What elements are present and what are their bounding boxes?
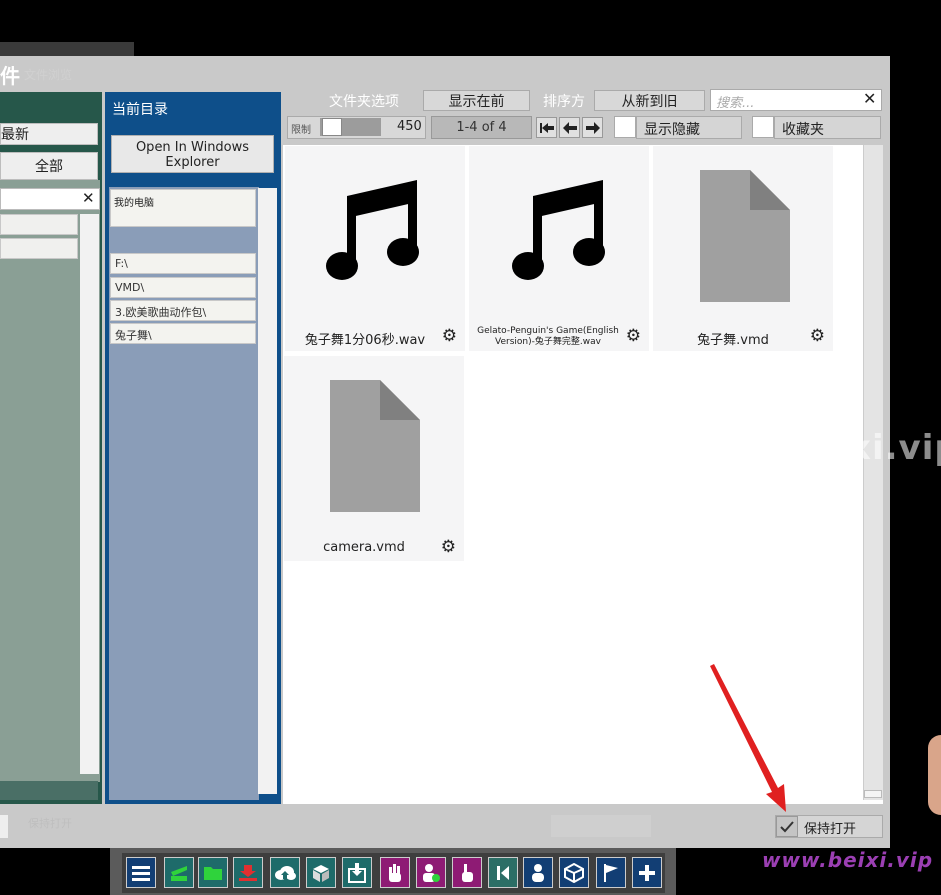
cube-icon[interactable] [306,857,336,888]
cloud-icon[interactable] [270,857,300,888]
directory-item[interactable]: 3.欧美歌曲动作包\ [110,300,256,321]
file-name: Gelato-Penguin's Game(English Version)-兔… [477,326,619,347]
file-tile[interactable]: 兔子舞.vmd ⚙ [653,146,833,351]
plus-icon[interactable] [632,857,662,888]
file-tile[interactable]: 兔子舞1分06秒.wav ⚙ [285,146,465,351]
my-computer-label: 我的电脑 [114,198,154,209]
left-footer-box[interactable] [0,815,8,838]
next-page-button[interactable] [582,117,603,138]
directory-item[interactable]: F:\ [110,253,256,274]
unity-icon[interactable] [559,857,589,888]
all-button-label: 全部 [35,159,63,175]
corner-figure [928,735,941,815]
gear-icon[interactable]: ⚙ [626,326,641,346]
directory-item[interactable]: 兔子舞\ [110,323,256,344]
favorites-label: 收藏夹 [782,122,824,138]
directory-item[interactable]: VMD\ [110,277,256,298]
file-grid-scrollbar-handle[interactable] [864,790,882,798]
favorites-button[interactable]: 收藏夹 [774,116,881,139]
music-note-icon [326,180,419,280]
latest-button-label: 最新 [1,127,29,143]
left-panel-footer [0,781,98,800]
file-tile[interactable]: camera.vmd ⚙ [284,356,464,561]
limit-value: 450 [397,119,422,134]
show-hidden-button[interactable]: 显示隐藏 [636,116,742,139]
file-grid-scrollbar[interactable] [863,145,883,800]
latest-button[interactable]: 最新 [0,123,98,145]
left-list-item[interactable] [0,214,78,235]
skip-back-icon[interactable] [488,857,518,888]
search-clear-icon[interactable]: ✕ [863,89,876,108]
flag-icon[interactable] [596,857,626,888]
file-name: 兔子舞1分06秒.wav [304,333,426,348]
dialog-title: 件 [0,64,20,88]
open-in-explorer-label: Open In Windows Explorer [135,140,250,170]
folder-icon[interactable] [198,857,228,888]
favorites-checkbox[interactable] [752,116,774,138]
add-user-icon[interactable] [416,857,446,888]
red-arrow-annotation [710,664,786,812]
file-name: 兔子舞.vmd [697,333,769,348]
import-icon[interactable] [233,857,263,888]
keep-open-label: 保持打开 [804,822,857,837]
open-scene-icon[interactable] [164,857,194,888]
first-page-button[interactable] [536,117,557,138]
download-icon[interactable] [342,857,372,888]
limit-label: 限制 [291,125,311,136]
show-hidden-checkbox[interactable] [614,116,636,138]
watermark: www.beixi.vip [678,428,941,468]
open-in-explorer-button[interactable]: Open In Windows Explorer [111,135,274,173]
gear-icon[interactable]: ⚙ [441,537,456,557]
left-search-clear-icon[interactable]: ✕ [82,189,95,207]
check-icon [780,820,794,832]
dialog-subtitle: 文件浏览 [24,68,73,82]
skip-to-start-icon [539,122,554,133]
menu-icon[interactable] [126,857,156,888]
all-button[interactable]: 全部 [0,152,98,180]
arrow-right-icon [585,121,600,134]
sort-label: 排序方 [543,94,585,110]
sort-order-label: 从新到旧 [621,93,678,110]
footer-faded-button[interactable] [551,815,651,837]
watermark-bottom: www.beixi.vip [762,848,934,872]
directory-scrollbar[interactable] [258,188,277,794]
page-range: 1-4 of 4 [431,116,532,139]
person-icon[interactable] [523,857,553,888]
search-placeholder: 搜索... [716,96,755,111]
gear-icon[interactable]: ⚙ [810,326,825,346]
pointer-icon[interactable] [452,857,482,888]
folder-options-label: 文件夹选项 [329,94,399,110]
document-icon [330,380,420,512]
previous-page-button[interactable] [559,117,580,138]
show-front-label: 显示在前 [448,93,505,110]
file-name: camera.vmd [323,540,405,555]
file-tile[interactable]: Gelato-Penguin's Game(English Version)-兔… [469,146,649,351]
my-computer-item[interactable]: 我的电脑 [110,189,256,227]
left-list-item[interactable] [0,238,78,259]
arrow-left-icon [562,121,577,134]
gear-icon[interactable]: ⚙ [442,326,457,346]
limit-slider-handle[interactable] [322,118,342,136]
left-scrollbar[interactable] [80,214,99,774]
document-icon [700,170,790,302]
show-hidden-label: 显示隐藏 [644,122,700,138]
show-front-button[interactable]: 显示在前 [423,90,530,111]
directory-title: 当前目录 [112,102,168,118]
sort-order-button[interactable]: 从新到旧 [594,90,705,111]
hand-icon[interactable] [380,857,410,888]
music-note-icon [512,180,605,280]
page-range-label: 1-4 of 4 [456,120,507,135]
left-footer-label: 保持打开 [28,817,72,830]
